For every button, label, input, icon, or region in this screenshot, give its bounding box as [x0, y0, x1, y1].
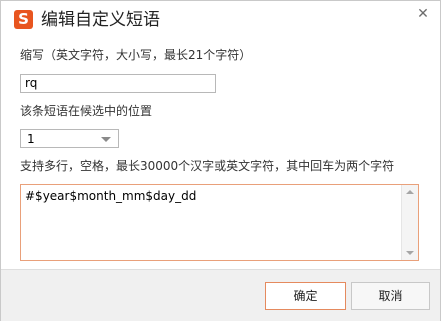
- cancel-button[interactable]: 取消: [351, 282, 430, 310]
- phrase-textarea[interactable]: #$year$month_mm$day_dd: [20, 184, 419, 261]
- chevron-down-icon[interactable]: [101, 137, 111, 142]
- scroll-up-icon[interactable]: [406, 190, 414, 194]
- ok-button[interactable]: 确定: [265, 282, 346, 310]
- close-icon[interactable]: ✕: [414, 5, 432, 23]
- sogou-logo-icon: S: [14, 10, 33, 29]
- custom-phrase-dialog: S 编辑自定义短语 ✕ 缩写（英文字符，大小写，最长21个字符） rq 该条短语…: [0, 0, 441, 321]
- title-bar: S 编辑自定义短语 ✕: [1, 1, 440, 39]
- position-selected-value: 1: [27, 132, 35, 146]
- position-label: 该条短语在候选中的位置: [20, 104, 153, 118]
- abbreviation-input[interactable]: rq: [20, 74, 216, 93]
- dialog-title: 编辑自定义短语: [41, 10, 160, 30]
- position-select[interactable]: 1: [20, 129, 119, 148]
- scroll-down-icon[interactable]: [406, 251, 414, 255]
- abbreviation-value: rq: [25, 76, 38, 90]
- button-footer: 确定 取消: [1, 269, 440, 321]
- abbreviation-label: 缩写（英文字符，大小写，最长21个字符）: [20, 48, 252, 62]
- phrase-value: #$year$month_mm$day_dd: [25, 189, 197, 203]
- phrase-scrollbar[interactable]: [401, 185, 418, 260]
- phrase-label: 支持多行，空格，最长30000个汉字或英文字符，其中回车为两个字符: [20, 159, 395, 173]
